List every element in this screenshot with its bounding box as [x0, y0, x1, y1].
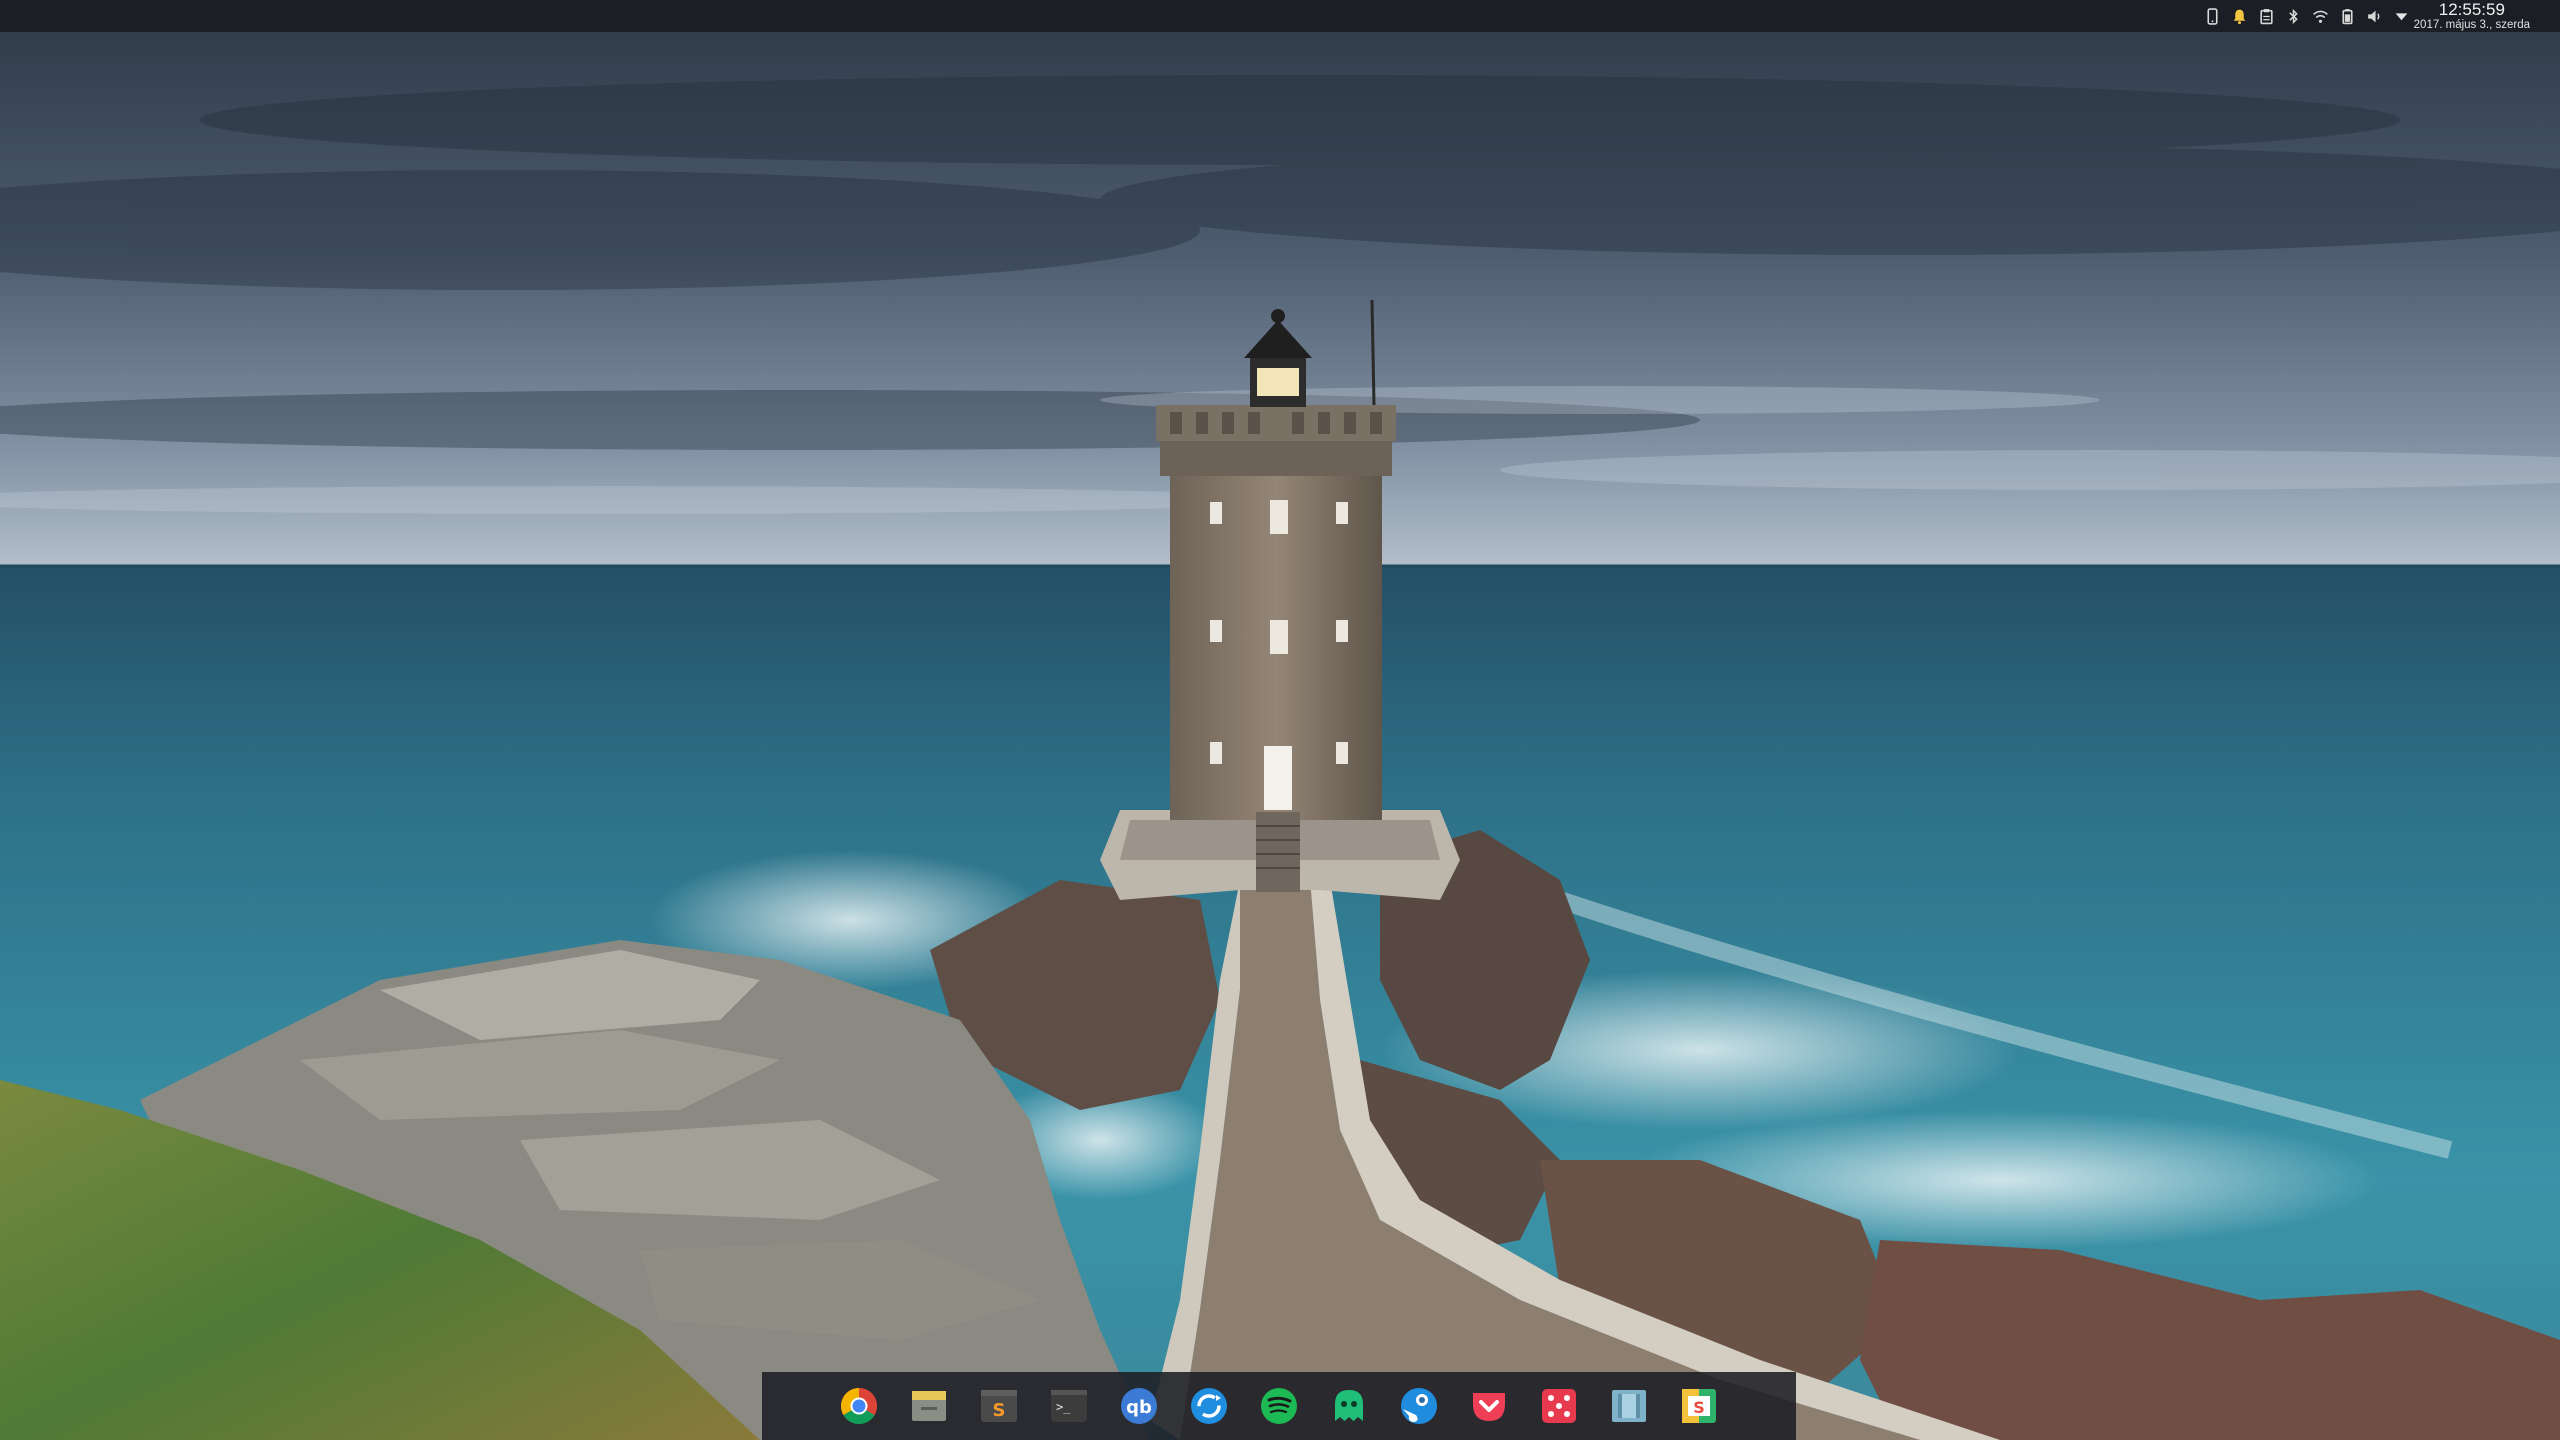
battery-icon[interactable] — [2339, 8, 2356, 25]
svg-text:S: S — [1693, 1398, 1705, 1417]
system-tray — [2204, 0, 2410, 32]
top-panel: 12:55:59 2017. május 3., szerda — [0, 0, 2560, 32]
sync-icon — [1191, 1388, 1227, 1424]
image-viewer-icon — [1612, 1390, 1646, 1422]
svg-text:S: S — [993, 1400, 1006, 1421]
clock-time: 12:55:59 — [2438, 0, 2505, 19]
dock-item-pocket[interactable] — [1466, 1383, 1512, 1429]
svg-text:qb: qb — [1126, 1397, 1152, 1418]
clipboard-icon[interactable] — [2258, 8, 2275, 25]
dock-item-qbittorrent[interactable]: qb — [1116, 1383, 1162, 1429]
files-icon — [912, 1391, 946, 1421]
slides-icon: S — [1682, 1389, 1716, 1423]
ghost-icon — [1335, 1390, 1363, 1421]
dropdown-arrow-icon[interactable] — [2393, 8, 2410, 25]
dock: S >_ qb S — [762, 1372, 1796, 1440]
dock-item-image-viewer[interactable] — [1606, 1383, 1652, 1429]
wallpaper-image — [0, 0, 2560, 1440]
dock-item-dice[interactable] — [1536, 1383, 1582, 1429]
bluetooth-icon[interactable] — [2285, 8, 2302, 25]
dock-item-sync[interactable] — [1186, 1383, 1232, 1429]
sublime-text-icon: S — [981, 1390, 1017, 1422]
dock-item-spotify[interactable] — [1256, 1383, 1302, 1429]
clock[interactable]: 12:55:59 2017. május 3., szerda — [2414, 0, 2530, 32]
dock-item-slides[interactable]: S — [1676, 1383, 1722, 1429]
wifi-icon[interactable] — [2312, 8, 2329, 25]
steam-icon — [1401, 1388, 1437, 1424]
spotify-icon — [1261, 1388, 1297, 1424]
bell-icon[interactable] — [2231, 8, 2248, 25]
clock-date: 2017. május 3., szerda — [2413, 18, 2530, 31]
dock-item-steam[interactable] — [1396, 1383, 1442, 1429]
dice-icon — [1542, 1389, 1576, 1423]
dock-item-terminal[interactable]: >_ — [1046, 1383, 1092, 1429]
qbittorrent-icon: qb — [1121, 1388, 1157, 1424]
phone-icon[interactable] — [2204, 7, 2221, 25]
pocket-icon — [1473, 1393, 1505, 1421]
chrome-icon — [840, 1388, 878, 1425]
svg-text:>_: >_ — [1056, 1400, 1071, 1414]
desktop: 12:55:59 2017. május 3., szerda S >_ qb … — [0, 0, 2560, 1440]
dock-item-chrome[interactable] — [836, 1383, 882, 1429]
dock-item-files[interactable] — [906, 1383, 952, 1429]
dock-item-ghost[interactable] — [1326, 1383, 1372, 1429]
volume-icon[interactable] — [2366, 8, 2383, 25]
terminal-icon: >_ — [1051, 1390, 1087, 1422]
dock-item-sublime-text[interactable]: S — [976, 1383, 1022, 1429]
